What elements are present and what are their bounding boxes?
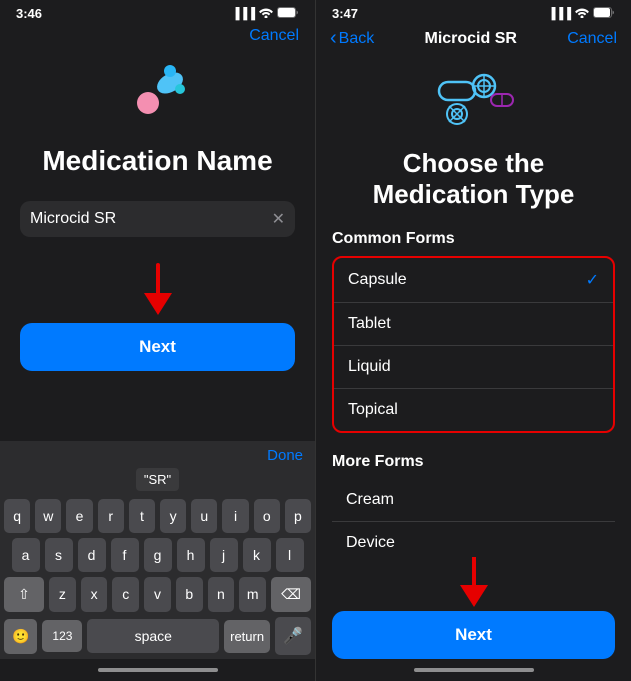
kbd-b[interactable]: b — [176, 577, 203, 612]
kbd-suggestion[interactable]: "SR" — [136, 468, 179, 491]
right-content: Choose the Medication Type Common Forms … — [316, 58, 631, 549]
back-chevron-icon: ‹ — [330, 27, 337, 50]
home-indicator-left — [0, 659, 315, 681]
kbd-i[interactable]: i — [222, 499, 248, 533]
kbd-emoji[interactable]: 🙂 — [4, 619, 37, 654]
kbd-s[interactable]: s — [45, 538, 73, 572]
right-bottom: Next — [316, 549, 631, 659]
kbd-u[interactable]: u — [191, 499, 217, 533]
kbd-o[interactable]: o — [254, 499, 280, 533]
wifi-icon — [259, 7, 273, 21]
kbd-y[interactable]: y — [160, 499, 186, 533]
home-indicator-right — [316, 659, 631, 681]
kbd-delete[interactable]: ⌫ — [271, 577, 311, 612]
nav-bar-right: ‹ Back Microcid SR Cancel — [316, 23, 631, 58]
next-button-left[interactable]: Next — [20, 323, 295, 371]
kbd-v[interactable]: v — [144, 577, 171, 612]
signal-icon: ▐▐▐ — [232, 8, 255, 20]
common-forms-list: Capsule ✓ Tablet Liquid Topical — [332, 256, 615, 433]
kbd-d[interactable]: d — [78, 538, 106, 572]
medication-type-icon — [332, 64, 615, 134]
status-bar-left: 3:46 ▐▐▐ — [0, 0, 315, 23]
kbd-h[interactable]: h — [177, 538, 205, 572]
back-button[interactable]: ‹ Back — [330, 27, 374, 50]
kbd-m[interactable]: m — [239, 577, 266, 612]
phone-left: 3:46 ▐▐▐ Cancel — [0, 0, 316, 681]
battery-icon-right — [593, 7, 615, 21]
option-tablet-text: Tablet — [348, 315, 391, 333]
kbd-space[interactable]: space — [87, 619, 219, 653]
kbd-shift[interactable]: ⇧ — [4, 577, 44, 612]
option-capsule[interactable]: Capsule ✓ — [334, 258, 613, 303]
arrow-indicator — [20, 263, 295, 315]
wifi-icon-right — [575, 7, 589, 21]
phone-right: 3:47 ▐▐▐ ‹ Back Microcid SR Cancel — [316, 0, 631, 681]
kbd-a[interactable]: a — [12, 538, 40, 572]
option-topical[interactable]: Topical — [334, 389, 613, 431]
option-cream-text: Cream — [346, 491, 394, 508]
time-left: 3:46 — [16, 6, 42, 21]
status-icons-left: ▐▐▐ — [232, 7, 299, 21]
keyboard-left: Done "SR" q w e r t y u i o p a s d f g … — [0, 441, 315, 659]
kbd-mic[interactable]: 🎤 — [275, 617, 311, 655]
kbd-z[interactable]: z — [49, 577, 76, 612]
keyboard-done-button[interactable]: Done — [267, 447, 303, 464]
kbd-x[interactable]: x — [81, 577, 108, 612]
kbd-done-row: Done — [4, 447, 311, 468]
kbd-k[interactable]: k — [243, 538, 271, 572]
kbd-suggestions: "SR" — [4, 468, 311, 495]
cancel-button-right[interactable]: Cancel — [567, 30, 617, 48]
time-right: 3:47 — [332, 6, 358, 21]
kbd-row-3: ⇧ z x c v b n m ⌫ — [4, 577, 311, 612]
battery-icon — [277, 7, 299, 21]
nav-title-right: Microcid SR — [424, 30, 516, 48]
kbd-n[interactable]: n — [208, 577, 235, 612]
option-topical-text: Topical — [348, 401, 398, 419]
kbd-j[interactable]: j — [210, 538, 238, 572]
page-title-right: Choose the Medication Type — [332, 148, 615, 210]
left-content: Medication Name ✕ Next — [0, 51, 315, 441]
kbd-e[interactable]: e — [66, 499, 92, 533]
kbd-l[interactable]: l — [276, 538, 304, 572]
status-icons-right: ▐▐▐ — [548, 7, 615, 21]
kbd-row-1: q w e r t y u i o p — [4, 499, 311, 533]
nav-bar-left: Cancel — [0, 23, 315, 51]
kbd-p[interactable]: p — [285, 499, 311, 533]
signal-icon-right: ▐▐▐ — [548, 8, 571, 20]
common-forms-label: Common Forms — [332, 230, 615, 248]
kbd-f[interactable]: f — [111, 538, 139, 572]
option-tablet[interactable]: Tablet — [334, 303, 613, 346]
option-liquid-text: Liquid — [348, 358, 391, 376]
option-capsule-check: ✓ — [586, 270, 599, 290]
more-forms-list: Cream Device — [332, 479, 615, 549]
kbd-return[interactable]: return — [224, 620, 270, 653]
page-title-left: Medication Name — [42, 145, 272, 177]
next-button-right[interactable]: Next — [332, 611, 615, 659]
kbd-c[interactable]: c — [112, 577, 139, 612]
status-bar-right: 3:47 ▐▐▐ — [316, 0, 631, 23]
cancel-button-left[interactable]: Cancel — [249, 27, 299, 45]
kbd-row-2: a s d f g h j k l — [4, 538, 311, 572]
option-cream[interactable]: Cream — [332, 479, 615, 522]
more-forms-label: More Forms — [332, 453, 615, 471]
kbd-q[interactable]: q — [4, 499, 30, 533]
option-device-text: Device — [346, 534, 395, 549]
medication-name-input[interactable] — [30, 210, 272, 228]
option-capsule-text: Capsule — [348, 271, 407, 289]
kbd-123[interactable]: 123 — [42, 620, 82, 652]
kbd-w[interactable]: w — [35, 499, 61, 533]
clear-icon[interactable]: ✕ — [272, 209, 285, 229]
option-liquid[interactable]: Liquid — [334, 346, 613, 389]
kbd-t[interactable]: t — [129, 499, 155, 533]
search-input-wrap: ✕ — [20, 201, 295, 237]
option-device[interactable]: Device — [332, 522, 615, 549]
kbd-g[interactable]: g — [144, 538, 172, 572]
arrow-indicator-right — [332, 557, 615, 607]
kbd-bottom-row: 🙂 123 space return 🎤 — [4, 617, 311, 655]
medication-icon — [118, 61, 198, 131]
kbd-r[interactable]: r — [98, 499, 124, 533]
